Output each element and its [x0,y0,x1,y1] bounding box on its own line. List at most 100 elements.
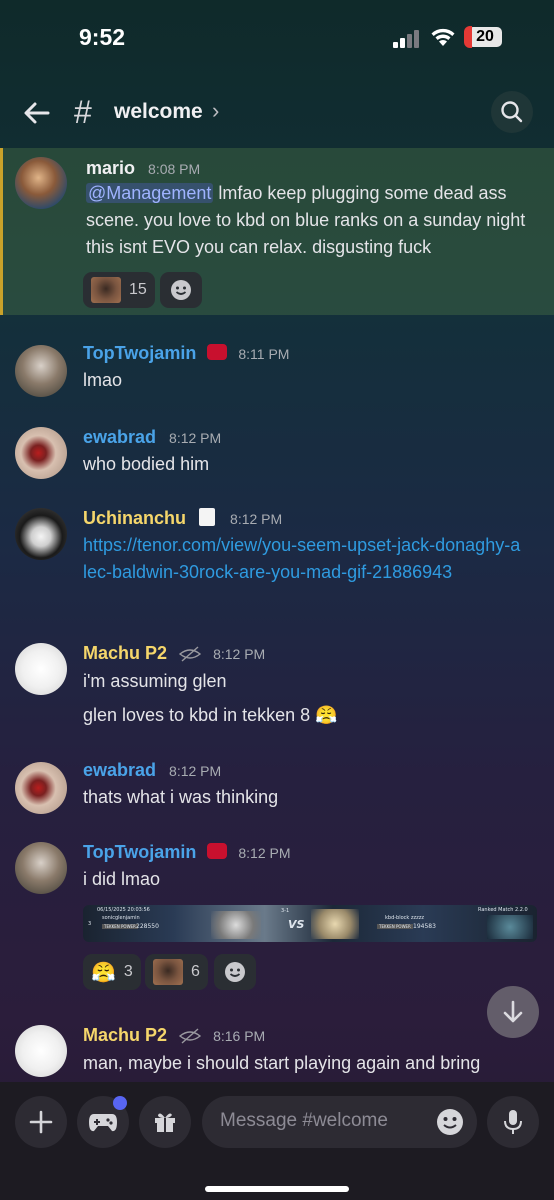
timestamp: 8:12 PM [238,845,291,861]
message-input[interactable]: Message #welcome [202,1096,477,1148]
search-button[interactable] [491,91,533,133]
gift-icon [155,1113,175,1132]
status-time: 9:52 [79,24,126,50]
message[interactable]: TopTwojamin 8:12 PM i did lmao 06/15/202… [0,839,554,999]
embed-vs: VS [288,918,305,931]
message-header: ewabrad 8:12 PM [83,427,221,448]
avatar[interactable] [15,762,67,814]
author-name[interactable]: ewabrad [83,760,156,780]
match-screenshot-embed[interactable]: 06/15/2025 20:03:56 3 sonicglenjamin TEK… [83,905,537,942]
author-name[interactable]: Uchinanchu [83,508,186,528]
message[interactable]: Machu P2 8:16 PM man, maybe i should sta… [0,1022,554,1082]
add-reaction-button[interactable] [214,954,256,990]
avatar[interactable] [15,345,67,397]
message-text: @Management lmfao keep plugging some dea… [86,180,536,261]
wifi-icon [431,28,455,46]
message-text: i did lmao [83,869,161,889]
embed-row: 3 [88,921,92,927]
message-text: man, maybe i should start playing again … [83,1053,481,1073]
message-header: mario 8:08 PM [86,158,200,179]
message-header: ewabrad 8:12 PM [83,760,221,781]
avatar[interactable] [15,427,67,479]
reaction-count: 3 [123,963,133,980]
embed-stage-thumb [487,915,533,939]
reaction-count: 15 [129,281,147,298]
eye-slash-icon [178,1028,202,1044]
embed-version: 2.2.0 [515,907,528,913]
channel-header: # welcome › [0,80,554,146]
eye-slash-icon [178,646,202,662]
author-name[interactable]: Machu P2 [83,1025,167,1045]
microphone-icon [504,1110,522,1134]
avatar[interactable] [15,508,67,560]
reaction-pill[interactable]: 😤 3 [83,954,141,990]
user-mention[interactable]: @Management [86,183,214,203]
message[interactable]: Uchinanchu 8:12 PM https://tenor.com/vie… [0,505,554,615]
embed-score: 3-1 [281,908,290,914]
jump-to-bottom-button[interactable] [487,986,539,1038]
role-badge-icon [207,344,228,361]
avatar[interactable] [15,1025,67,1077]
reaction-emoji-image [91,277,121,303]
channel-chevron-icon[interactable]: › [212,98,219,124]
emoji-picker-icon[interactable] [435,1107,465,1137]
author-name[interactable]: mario [86,158,135,178]
author-name[interactable]: ewabrad [83,427,156,447]
reaction-count: 6 [191,963,200,980]
timestamp: 8:08 PM [148,161,201,177]
timestamp: 8:11 PM [238,346,290,362]
role-badge-icon [207,843,228,860]
message[interactable]: ewabrad 8:12 PM thats what i was thinkin… [0,757,554,827]
message-header: Uchinanchu 8:12 PM [83,508,282,529]
gift-button[interactable] [139,1096,191,1148]
search-icon [501,101,523,123]
arrow-down-icon [503,1000,523,1023]
back-arrow-icon[interactable] [20,96,54,130]
timestamp: 8:16 PM [213,1028,266,1044]
embed-p1-power: 228550 [136,923,159,930]
channel-name[interactable]: welcome [114,100,203,124]
gamepad-icon [89,1114,117,1132]
status-bar: 9:52 20 [0,0,554,80]
battery-low-indicator [464,26,472,48]
embed-date: 06/15/2025 20:03:56 [97,907,150,913]
app-badge-icon [199,508,216,527]
avatar[interactable] [15,157,67,209]
embed-p2-label: TEKKEN POWER [377,924,413,929]
smiley-icon [171,280,191,300]
message-text: thats what i was thinking [83,787,279,807]
message-link[interactable]: https://tenor.com/view/you-seem-upset-ja… [83,532,523,586]
author-name[interactable]: TopTwojamin [83,842,196,862]
message-text: glen loves to kbd in tekken 8 😤 [83,705,338,725]
reaction-pill[interactable]: 6 [145,954,208,990]
message-header: TopTwojamin 8:11 PM [83,343,289,364]
plus-icon [29,1110,53,1134]
attach-button[interactable] [15,1096,67,1148]
embed-p2-power: 194583 [413,923,436,930]
message-text: lmao [83,370,123,390]
battery-level: 20 [468,27,502,47]
message-placeholder: Message #welcome [220,1110,388,1131]
avatar[interactable] [15,842,67,894]
timestamp: 8:12 PM [230,511,283,527]
author-name[interactable]: Machu P2 [83,643,167,663]
activities-button[interactable] [77,1096,129,1148]
add-reaction-button[interactable] [160,272,202,308]
message-mention-highlight[interactable]: mario 8:08 PM @Management lmfao keep plu… [0,148,554,315]
embed-p1-label: TEKKEN POWER [102,924,138,929]
message-header: Machu P2 8:16 PM [83,1025,265,1046]
smiley-icon [225,962,245,982]
message-header: TopTwojamin 8:12 PM [83,842,291,863]
reaction-emoji-image [153,959,183,985]
message[interactable]: ewabrad 8:12 PM who bodied him [0,424,554,494]
message[interactable]: TopTwojamin 8:11 PM lmao [0,340,554,410]
steam-face-emoji: 😤 [91,961,116,984]
embed-p2-name: kbd-block zzzzz [385,915,425,921]
timestamp: 8:12 PM [169,763,222,779]
voice-message-button[interactable] [487,1096,539,1148]
home-indicator [205,1186,349,1192]
reaction-pill[interactable]: 15 [83,272,155,308]
message[interactable]: Machu P2 8:12 PM i'm assuming glen glen … [0,640,554,735]
author-name[interactable]: TopTwojamin [83,343,196,363]
avatar[interactable] [15,643,67,695]
